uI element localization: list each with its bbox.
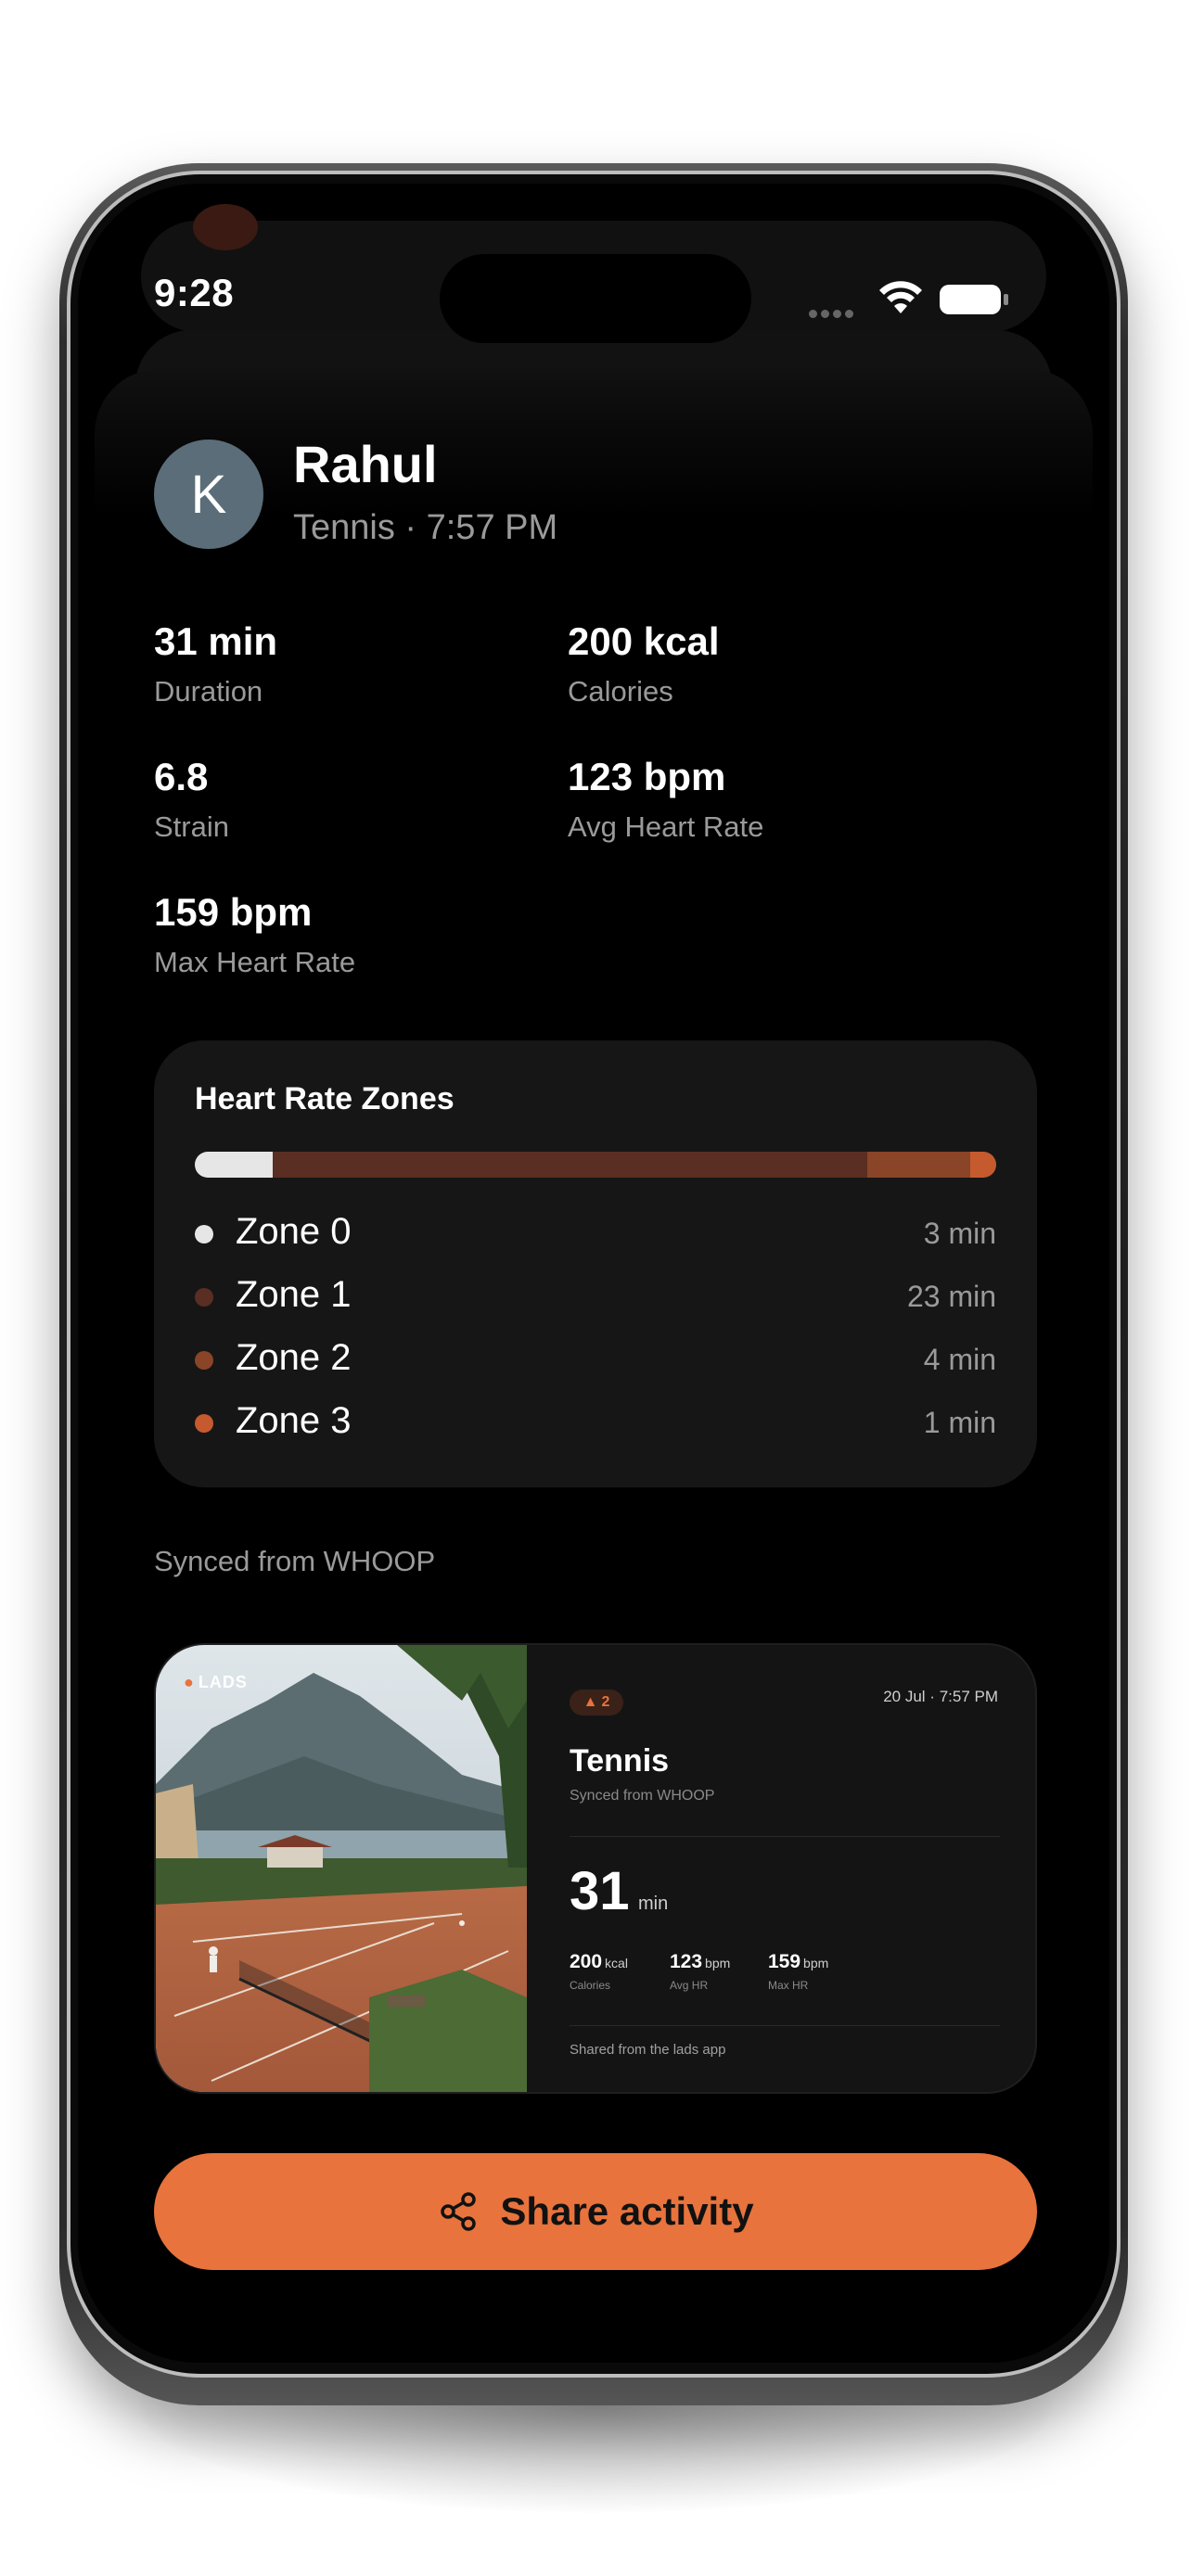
stat-label: Max Heart Rate	[154, 946, 356, 978]
zones-title: Heart Rate Zones	[195, 1081, 455, 1116]
heart-rate-zones-card: Heart Rate Zones Zone 0 3 min Zone 1 23 …	[154, 1040, 1037, 1487]
share-activity-button[interactable]: Share activity	[154, 2153, 1037, 2270]
zone-time: 23 min	[906, 1280, 996, 1313]
stat-strain: 6.8 Strain	[154, 755, 229, 844]
preview-footer: Shared from the lads app	[570, 2042, 726, 2058]
preview-duration-unit: min	[638, 1894, 669, 1914]
zone-row-1: Zone 1 23 min	[195, 1274, 996, 1320]
zone-name: Zone 1	[236, 1274, 352, 1315]
stat-value: 159 bpm	[154, 890, 313, 934]
zone-time: 3 min	[923, 1217, 996, 1250]
stat-label: Strain	[154, 810, 229, 843]
streak-pill: ▲ 2	[570, 1690, 623, 1715]
zone-bar-segment-2	[866, 1152, 971, 1178]
zone-time: 1 min	[923, 1406, 996, 1439]
zone-bar-segment-3	[970, 1152, 996, 1178]
stat-duration: 31 min Duration	[154, 619, 277, 708]
zone-dot	[195, 1414, 213, 1433]
zone-row-0: Zone 0 3 min	[195, 1211, 996, 1257]
zone-dot	[195, 1351, 213, 1370]
stat-value: 200 kcal	[568, 619, 720, 663]
lads-brand-badge: ● LADS	[184, 1673, 248, 1691]
zone-bar-segment-1	[272, 1152, 867, 1178]
cellular-signal-icon	[809, 306, 861, 318]
zone-name: Zone 0	[236, 1211, 352, 1252]
zone-row-2: Zone 2 4 min	[195, 1337, 996, 1384]
avatar: K	[154, 440, 263, 549]
stat-label: Duration	[154, 675, 263, 708]
zone-distribution-bar	[195, 1152, 996, 1178]
activity-subtitle: Tennis · 7:57 PM	[293, 508, 558, 547]
preview-date: 20 Jul · 7:57 PM	[883, 1688, 998, 1705]
stat-avg-heart-rate: 123 bpm Avg Heart Rate	[568, 755, 763, 844]
flame-icon: ▲	[583, 1694, 598, 1710]
preview-divider	[570, 1836, 1000, 1837]
preview-metric-max-hr: 159 bpm Max HR	[768, 1951, 829, 1992]
stat-value: 6.8	[154, 755, 209, 798]
stat-max-heart-rate: 159 bpm Max Heart Rate	[154, 890, 355, 979]
preview-metric-calories: 200 kcal Calories	[570, 1951, 628, 1992]
zone-dot	[195, 1225, 213, 1243]
share-preview-card[interactable]: ● LADS ▲ 2 20 Jul · 7:57 PM Tennis Synced …	[154, 1643, 1037, 2094]
stat-label: Calories	[568, 675, 673, 708]
synced-source: Synced from WHOOP	[154, 1545, 436, 1577]
zone-bar-segment-0	[195, 1152, 273, 1178]
status-time: 9:28	[154, 271, 235, 314]
zone-time: 4 min	[923, 1343, 996, 1376]
preview-metric-avg-hr: 123 bpm Avg HR	[670, 1951, 731, 1992]
zone-dot	[195, 1288, 213, 1307]
stat-value: 31 min	[154, 619, 278, 663]
preview-divider	[570, 2025, 1000, 2026]
stat-calories: 200 kcal Calories	[568, 619, 720, 708]
status-icons	[809, 278, 1013, 325]
zone-name: Zone 2	[236, 1337, 352, 1378]
tennis-court-photo	[156, 1645, 527, 2092]
stat-value: 123 bpm	[568, 755, 726, 798]
share-icon	[441, 2192, 477, 2231]
zone-name: Zone 3	[236, 1400, 352, 1441]
preview-title: Tennis	[570, 1743, 670, 1779]
battery-icon	[940, 285, 1008, 314]
zone-row-3: Zone 3 1 min	[195, 1400, 996, 1447]
user-name: Rahul	[293, 435, 438, 493]
preview-duration-value: 31	[570, 1861, 630, 1921]
dynamic-island	[440, 254, 751, 343]
share-button-label: Share activity	[500, 2189, 754, 2233]
wifi-icon	[879, 281, 922, 313]
preview-subtitle: Synced from WHOOP	[570, 1788, 715, 1804]
stat-label: Avg Heart Rate	[568, 810, 764, 843]
